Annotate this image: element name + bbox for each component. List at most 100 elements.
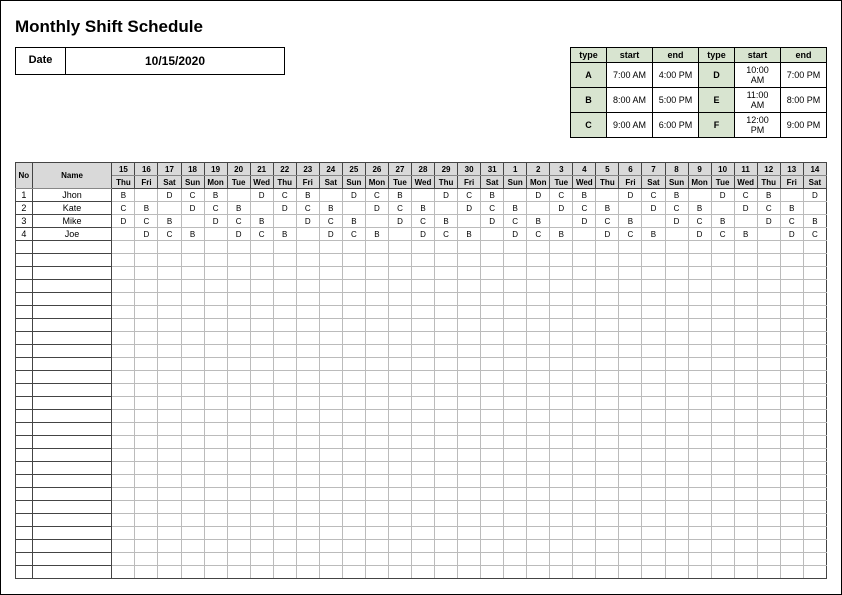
shift-cell: B [642, 228, 665, 241]
table-row [16, 436, 827, 449]
shift-cell [250, 436, 273, 449]
shift-start-cell: 11:00 AM [735, 88, 781, 113]
shift-cell [458, 501, 481, 514]
shift-cell [734, 423, 757, 436]
header-date: 2 [527, 163, 550, 176]
shift-cell [181, 267, 204, 280]
shift-cell [688, 410, 711, 423]
shift-cell [250, 254, 273, 267]
shift-cell [688, 436, 711, 449]
shift-cell [250, 319, 273, 332]
shift-cell [711, 319, 734, 332]
shift-cell: C [642, 189, 665, 202]
shift-cell: B [435, 215, 458, 228]
shift-cell [803, 397, 826, 410]
shift-cell [527, 553, 550, 566]
shift-cell [803, 488, 826, 501]
shift-cell: B [780, 202, 803, 215]
row-name [32, 267, 112, 280]
date-value: 10/15/2020 [66, 48, 284, 74]
shift-cell [112, 306, 135, 319]
header-date: 6 [619, 163, 642, 176]
shift-cell [273, 332, 296, 345]
shift-cell [596, 410, 619, 423]
shift-cell [365, 566, 388, 579]
shift-cell: B [342, 215, 365, 228]
shift-cell [112, 397, 135, 410]
shift-cell [388, 293, 411, 306]
shift-cell [711, 306, 734, 319]
shift-cell [665, 449, 688, 462]
shift-cell [596, 189, 619, 202]
shift-cell [411, 540, 434, 553]
shift-cell [642, 319, 665, 332]
row-name [32, 280, 112, 293]
shift-cell [181, 293, 204, 306]
shift-cell [135, 462, 158, 475]
shift-cell [250, 566, 273, 579]
row-name [32, 527, 112, 540]
header-dow: Wed [411, 176, 434, 189]
shift-cell: D [596, 228, 619, 241]
shift-cell [319, 449, 342, 462]
shift-cell [112, 241, 135, 254]
row-no [16, 384, 33, 397]
shift-cell: C [665, 202, 688, 215]
shift-cell [619, 280, 642, 293]
shift-cell [527, 397, 550, 410]
shift-cell [204, 488, 227, 501]
header-date: 21 [250, 163, 273, 176]
shift-cell [250, 449, 273, 462]
shift-cell [181, 475, 204, 488]
shift-cell [504, 566, 527, 579]
shift-cell [665, 241, 688, 254]
shift-cell [596, 540, 619, 553]
shift-cell [688, 332, 711, 345]
shift-cell: D [158, 189, 181, 202]
shift-cell [204, 566, 227, 579]
shift-cell [550, 384, 573, 397]
shift-cell [780, 436, 803, 449]
row-no [16, 280, 33, 293]
shift-cell [319, 371, 342, 384]
shift-cell: B [596, 202, 619, 215]
shift-cell [411, 436, 434, 449]
shift-cell [780, 241, 803, 254]
row-name [32, 345, 112, 358]
shift-cell [665, 527, 688, 540]
shift-cell [481, 423, 504, 436]
shift-cell [619, 423, 642, 436]
row-name [32, 306, 112, 319]
header-dow: Tue [711, 176, 734, 189]
shift-cell [435, 553, 458, 566]
shift-cell [803, 384, 826, 397]
shift-cell [296, 540, 319, 553]
shift-cell [665, 540, 688, 553]
shift-cell [780, 501, 803, 514]
shift-cell [481, 488, 504, 501]
shift-cell [803, 423, 826, 436]
shift-start-cell: 7:00 AM [607, 63, 653, 88]
row-no [16, 332, 33, 345]
shift-cell [365, 462, 388, 475]
shift-cell: D [527, 189, 550, 202]
shift-cell: D [481, 215, 504, 228]
shift-cell: C [550, 189, 573, 202]
shift-cell [273, 553, 296, 566]
shift-cell [780, 475, 803, 488]
shift-cell [458, 488, 481, 501]
shift-cell [181, 449, 204, 462]
shift-cell [342, 566, 365, 579]
shift-cell [181, 462, 204, 475]
shift-cell [273, 436, 296, 449]
shift-cell [388, 436, 411, 449]
shift-cell [135, 449, 158, 462]
row-no [16, 553, 33, 566]
shift-cell [158, 566, 181, 579]
shift-cell [158, 514, 181, 527]
shift-cell: B [296, 189, 319, 202]
shift-cell [527, 345, 550, 358]
shift-cell [711, 280, 734, 293]
shift-cell: D [688, 228, 711, 241]
shift-cell [688, 189, 711, 202]
